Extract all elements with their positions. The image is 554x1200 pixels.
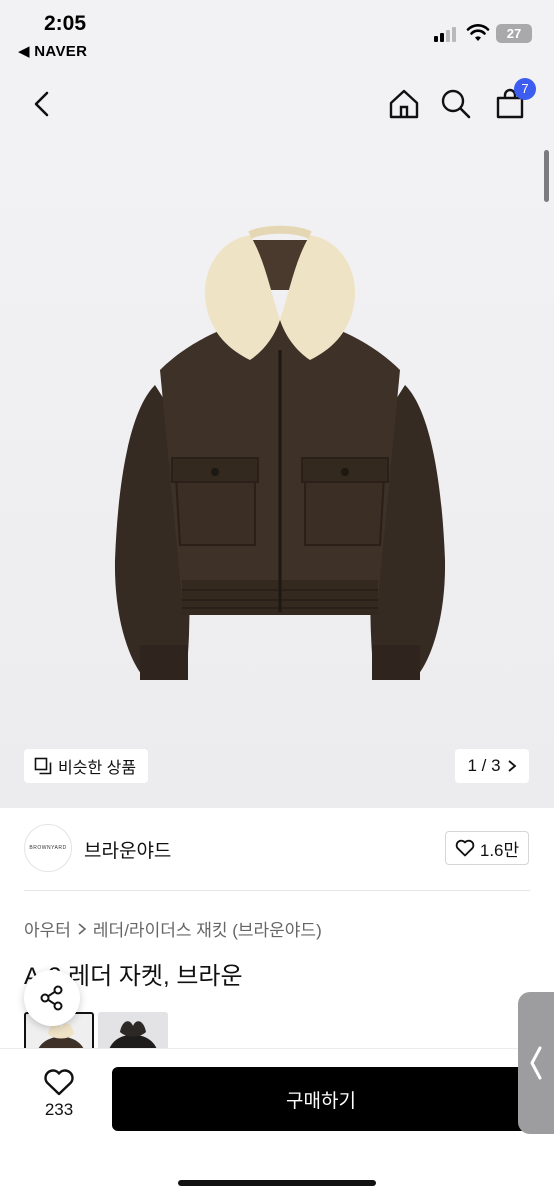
store-like-button[interactable]: 1.6만 [445, 831, 529, 865]
home-indicator [178, 1180, 376, 1186]
back-to-app-link[interactable]: ◀ NAVER [18, 42, 87, 60]
similar-products-button[interactable]: 비슷한 상품 [24, 749, 149, 783]
color-option-black[interactable] [98, 1012, 168, 1052]
share-icon [40, 985, 63, 1011]
share-button[interactable] [24, 970, 80, 1026]
similar-products-label: 비슷한 상품 [58, 760, 137, 777]
product-image [114, 225, 446, 680]
search-button[interactable] [436, 84, 476, 124]
wishlist-button[interactable]: 233 [24, 1068, 94, 1120]
store-name[interactable]: 브라운야드 [84, 836, 171, 863]
home-icon [389, 89, 419, 119]
wifi-icon [466, 24, 490, 41]
wishlist-count: 233 [44, 1100, 74, 1119]
status-time: 2:05 [44, 12, 87, 35]
side-panel-handle[interactable] [518, 992, 554, 1134]
battery-indicator: 27 [496, 24, 532, 43]
chevron-right-icon [507, 760, 516, 772]
chevron-left-icon [530, 1046, 542, 1080]
cart-button[interactable]: 7 [490, 78, 536, 124]
copy-icon [34, 757, 52, 775]
home-button[interactable] [384, 84, 424, 124]
breadcrumb-item[interactable]: 아우터 [24, 916, 71, 941]
divider [24, 890, 530, 891]
back-arrow-icon [34, 91, 49, 117]
back-button[interactable] [22, 84, 62, 124]
status-bar: 2:05 ◀ NAVER 27 [0, 0, 554, 66]
search-icon [441, 89, 471, 119]
buy-button[interactable]: 구매하기 [112, 1067, 530, 1131]
breadcrumb: 아우터 레더/라이더스 재킷 (브라운야드) [24, 916, 322, 941]
thumbnail-image [98, 1012, 168, 1052]
cellular-signal-icon [434, 26, 460, 42]
heart-icon [455, 839, 475, 857]
breadcrumb-item[interactable]: 레더/라이더스 재킷 (브라운야드) [93, 916, 322, 941]
page-counter-text: 1 / 3 [467, 756, 501, 775]
scroll-indicator [544, 150, 549, 202]
cart-count-badge: 7 [514, 78, 536, 100]
store-logo[interactable]: BROWNYARD [24, 824, 72, 872]
chevron-right-icon [78, 922, 87, 935]
heart-icon [44, 1069, 74, 1096]
top-nav-bar: 7 [0, 66, 554, 142]
store-like-count: 1.6만 [479, 840, 520, 860]
product-image-gallery[interactable] [0, 142, 554, 808]
image-page-counter[interactable]: 1 / 3 [455, 749, 529, 783]
